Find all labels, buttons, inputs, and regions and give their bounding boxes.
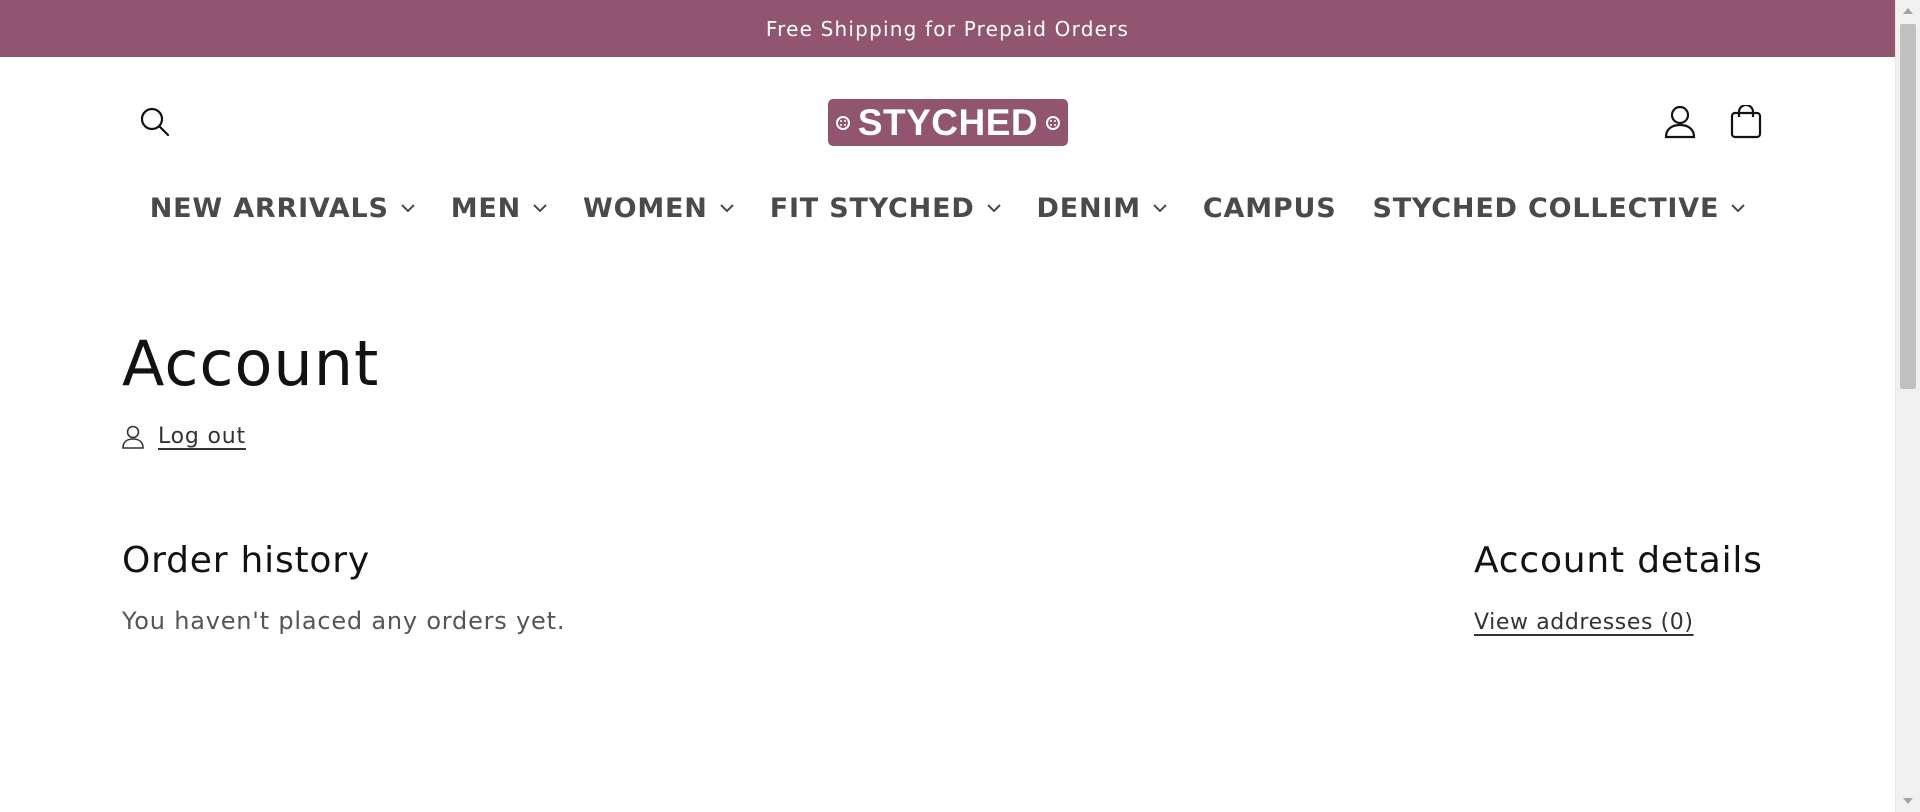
- cart-button[interactable]: [1724, 100, 1768, 144]
- chevron-down-icon: [1153, 201, 1167, 215]
- account-details-title: Account details: [1474, 540, 1763, 581]
- main-navigation: NEW ARRIVALS MEN WOMEN FIT STYCHED DENIM…: [0, 185, 1895, 231]
- nav-item-label: WOMEN: [583, 192, 708, 224]
- account-button[interactable]: [1658, 100, 1702, 144]
- view-addresses-link[interactable]: View addresses (0): [1474, 610, 1694, 635]
- chevron-down-icon: [1731, 201, 1745, 215]
- nav-item-label: STYCHED COLLECTIVE: [1372, 192, 1720, 224]
- announcement-bar: Free Shipping for Prepaid Orders: [0, 0, 1895, 57]
- store-logo[interactable]: STYCHED: [828, 99, 1068, 146]
- logout-link[interactable]: Log out: [122, 424, 246, 449]
- nav-item-denim[interactable]: DENIM: [1019, 185, 1185, 231]
- nav-item-label: FIT STYCHED: [769, 192, 975, 224]
- page-title: Account: [122, 327, 380, 400]
- nav-item-men[interactable]: MEN: [433, 185, 565, 231]
- scroll-down-arrow-icon[interactable]: [1903, 798, 1913, 804]
- nav-item-label: CAMPUS: [1202, 192, 1337, 224]
- page: Free Shipping for Prepaid Orders STYCHED…: [0, 0, 1920, 812]
- logout-label: Log out: [158, 424, 246, 449]
- chevron-down-icon: [533, 201, 547, 215]
- scroll-up-arrow-icon[interactable]: [1903, 8, 1913, 14]
- scrollbar-thumb[interactable]: [1900, 24, 1916, 389]
- logo-button-mark-left: [835, 115, 850, 130]
- chevron-down-icon: [719, 201, 734, 215]
- logo-text: STYCHED: [857, 102, 1039, 143]
- vertical-scrollbar[interactable]: [1895, 0, 1920, 812]
- nav-item-new-arrivals[interactable]: NEW ARRIVALS: [132, 185, 433, 231]
- search-icon: [140, 107, 170, 137]
- nav-item-styched-collective[interactable]: STYCHED COLLECTIVE: [1354, 185, 1763, 231]
- announcement-text: Free Shipping for Prepaid Orders: [765, 16, 1130, 41]
- account-icon: [1664, 105, 1696, 139]
- chevron-down-icon: [401, 201, 415, 215]
- search-button[interactable]: [133, 100, 177, 144]
- nav-item-label: NEW ARRIVALS: [149, 192, 389, 224]
- cart-icon: [1730, 105, 1762, 139]
- order-history-empty-message: You haven't placed any orders yet.: [122, 607, 566, 635]
- nav-item-campus[interactable]: CAMPUS: [1185, 185, 1355, 231]
- logo-button-mark-right: [1046, 115, 1061, 130]
- account-icon: [122, 425, 144, 449]
- nav-item-label: DENIM: [1036, 192, 1141, 224]
- nav-item-fit-styched[interactable]: FIT STYCHED: [752, 185, 1019, 231]
- order-history-title: Order history: [122, 540, 370, 581]
- nav-item-label: MEN: [450, 192, 522, 224]
- chevron-down-icon: [986, 201, 1001, 215]
- nav-item-women[interactable]: WOMEN: [565, 185, 752, 231]
